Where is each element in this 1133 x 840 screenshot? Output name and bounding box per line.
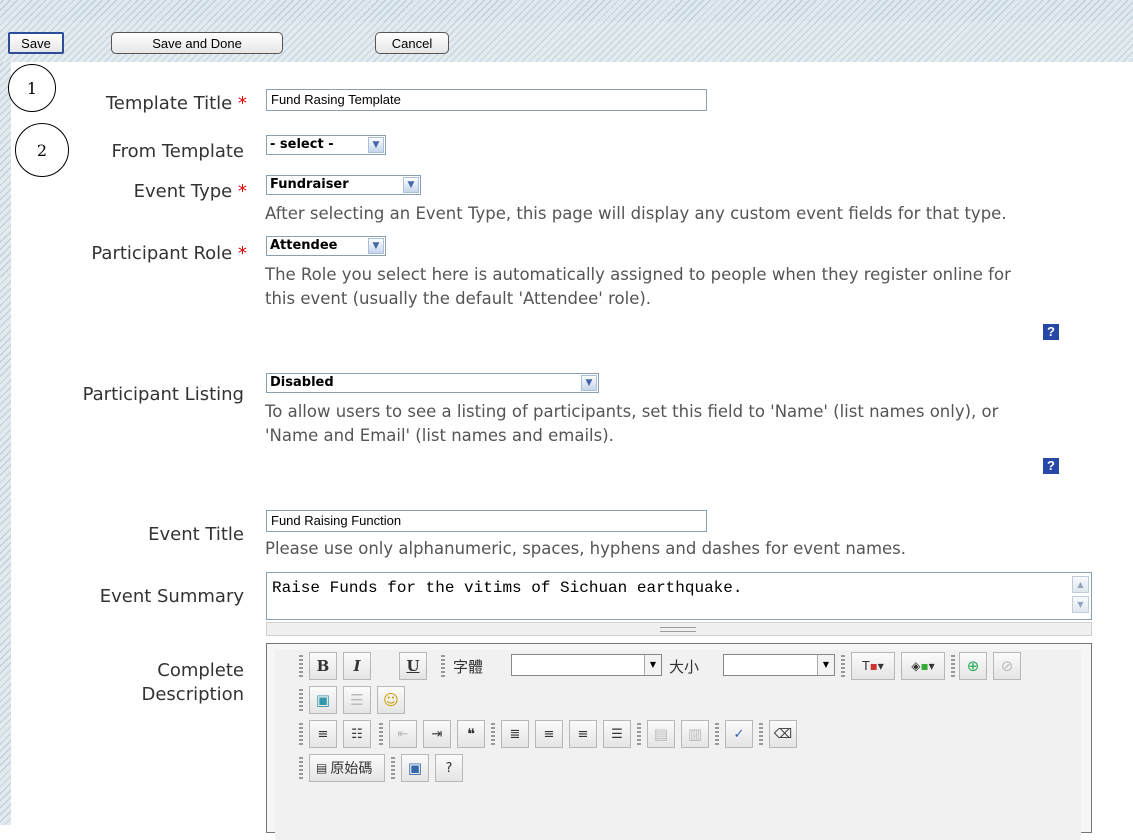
chevron-down-icon: ▼ [403,177,419,193]
maximize-icon[interactable]: ▣ [401,754,429,782]
smiley-icon[interactable]: ☺ [377,686,405,714]
align-center-icon[interactable]: ≡ [535,720,563,748]
size-label: 大小 [669,658,700,676]
toolbar-separator [759,723,763,745]
paste-word-icon[interactable]: ▥ [681,720,709,748]
help-icon[interactable]: ? [1043,458,1059,474]
chevron-down-icon: ▼ [368,238,384,254]
text-color-icon[interactable]: T ▪ ▾ [851,652,895,680]
image-icon[interactable]: ▣ [309,686,337,714]
source-icon: ▤ [316,761,328,775]
participant-role-label: Participant Role * [0,243,247,264]
toolbar-separator [391,757,395,779]
size-select[interactable]: ▼ [723,654,835,676]
participant-listing-hint-line1: To allow users to see a listing of parti… [265,402,999,421]
source-label: 原始碼 [330,761,373,777]
participant-listing-hint-line2: 'Name and Email' (list names and emails)… [265,426,614,445]
required-marker: * [238,243,247,264]
toolbar-separator [299,723,303,745]
about-icon[interactable]: ? [435,754,463,782]
marker-2: 2 [15,123,69,177]
toolbar-separator [715,723,719,745]
event-summary-textarea[interactable]: Raise Funds for the vitims of Sichuan ea… [266,572,1092,620]
left-border-strip [0,62,11,825]
event-type-select[interactable]: Fundraiser ▼ [266,175,421,195]
toolbar-separator [379,723,383,745]
underline-icon[interactable]: U [399,652,427,680]
link-icon[interactable]: ⊕ [959,652,987,680]
toolbar-separator [299,655,303,677]
participant-listing-label: Participant Listing [82,384,244,405]
marker-1: 1 [8,64,56,112]
spellcheck-icon[interactable]: ✓ [725,720,753,748]
horizontal-rule-icon[interactable]: ☰ [343,686,371,714]
unlink-icon[interactable]: ⊘ [993,652,1021,680]
toolbar-separator [841,655,845,677]
event-type-value: Fundraiser [270,177,349,192]
source-button[interactable]: ▤ 原始碼 [309,754,385,782]
rich-text-editor[interactable]: B I U 字體 ▼ 大小 ▼ T ▪ ▾ ◈ ▪ ▾ ⊕ ⊘ ▣ ☰ ☺ ≡ ☷ ⇤ … [266,643,1092,840]
participant-role-hint-line1: The Role you select here is automaticall… [265,265,1011,284]
participant-role-select[interactable]: Attendee ▼ [266,236,386,256]
event-title-input[interactable]: Fund Raising Function [266,510,707,532]
help-icon[interactable]: ? [1043,324,1059,340]
align-left-icon[interactable]: ≣ [501,720,529,748]
required-marker: * [238,181,247,202]
bold-icon[interactable]: B [309,652,337,680]
font-label: 字體 [453,658,484,676]
background-color-icon[interactable]: ◈ ▪ ▾ [901,652,945,680]
event-summary-text: Raise Funds for the vitims of Sichuan ea… [272,579,743,597]
template-title-label-text: Template Title [105,93,233,114]
scroll-up-icon[interactable]: ▲ [1072,576,1089,593]
eraser-icon[interactable]: ⌫ [769,720,797,748]
outdent-icon[interactable]: ⇤ [389,720,417,748]
template-title-input[interactable]: Fund Rasing Template [266,89,707,111]
event-title-label: Event Title [148,524,244,545]
editor-toolbar: B I U 字體 ▼ 大小 ▼ T ▪ ▾ ◈ ▪ ▾ ⊕ ⊘ ▣ ☰ ☺ ≡ ☷ ⇤ … [275,650,1081,840]
complete-description-label-line1: Complete [157,660,244,681]
blockquote-icon[interactable]: ❝ [457,720,485,748]
align-right-icon[interactable]: ≡ [569,720,597,748]
participant-role-value: Attendee [270,238,338,253]
indent-icon[interactable]: ⇥ [423,720,451,748]
toolbar-separator [951,655,955,677]
chevron-down-icon: ▼ [644,655,661,675]
resize-handle[interactable] [266,622,1092,636]
chevron-down-icon: ▼ [581,375,597,391]
save-button[interactable]: Save [8,32,64,54]
required-marker: * [238,93,247,114]
event-title-hint: Please use only alphanumeric, spaces, hy… [265,539,907,558]
paste-icon[interactable]: ▤ [647,720,675,748]
save-and-done-button[interactable]: Save and Done [111,32,283,54]
event-type-label-text: Event Type [133,181,233,202]
from-template-value: - select - [270,137,334,152]
toolbar-separator [637,723,641,745]
bulleted-list-icon[interactable]: ☷ [343,720,371,748]
complete-description-label-line2: Description [141,684,244,705]
event-type-hint: After selecting an Event Type, this page… [265,204,1007,223]
toolbar-separator [299,757,303,779]
toolbar-separator [441,655,445,677]
italic-icon[interactable]: I [343,652,371,680]
justify-icon[interactable]: ☰ [603,720,631,748]
from-template-select[interactable]: - select - ▼ [266,135,386,155]
numbered-list-icon[interactable]: ≡ [309,720,337,748]
font-select[interactable]: ▼ [511,654,662,676]
cancel-button[interactable]: Cancel [375,32,449,54]
participant-role-hint-line2: this event (usually the default 'Attende… [265,289,652,308]
participant-listing-select[interactable]: Disabled ▼ [266,373,599,393]
toolbar-separator [491,723,495,745]
event-summary-label: Event Summary [99,586,244,607]
participant-listing-value: Disabled [270,375,334,390]
toolbar-separator [299,689,303,711]
chevron-down-icon: ▼ [368,137,384,153]
participant-role-label-text: Participant Role [91,243,233,264]
event-type-label: Event Type * [0,181,247,202]
scroll-down-icon[interactable]: ▼ [1072,596,1089,613]
chevron-down-icon: ▼ [817,655,834,675]
